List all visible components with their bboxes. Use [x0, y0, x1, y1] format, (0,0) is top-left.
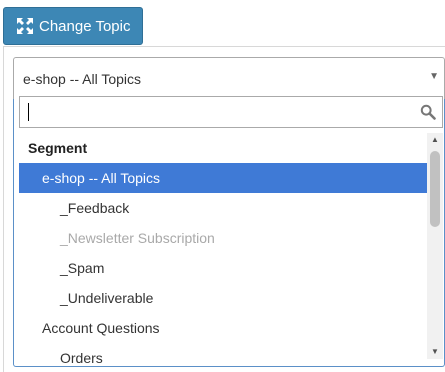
option-spam[interactable]: _Spam	[19, 253, 427, 283]
change-topic-panel: Change Topic e-shop -- All Topics ▼ Segm…	[0, 0, 445, 372]
topic-dropdown: Segment e-shop -- All Topics _Feedback _…	[13, 96, 445, 367]
option-account-questions[interactable]: Account Questions	[19, 313, 427, 343]
search-box	[19, 96, 443, 128]
scroll-up-arrow-icon[interactable]: ▲	[427, 133, 443, 147]
search-icon	[420, 104, 436, 120]
change-topic-label: Change Topic	[39, 17, 131, 35]
topic-select[interactable]: e-shop -- All Topics ▼	[13, 57, 445, 99]
option-undeliverable[interactable]: _Undeliverable	[19, 283, 427, 313]
dropdown-arrow-icon[interactable]: ▼	[429, 71, 439, 82]
search-input[interactable]	[20, 97, 410, 127]
option-newsletter-subscription: _Newsletter Subscription	[60, 230, 215, 246]
expand-arrows-icon	[17, 18, 33, 34]
options-list: Segment e-shop -- All Topics _Feedback _…	[19, 133, 427, 366]
text-caret	[28, 103, 29, 121]
option-feedback[interactable]: _Feedback	[19, 193, 427, 223]
topic-select-value: e-shop -- All Topics	[23, 70, 142, 87]
options-scrollbar[interactable]: ▲ ▼	[427, 133, 443, 359]
scroll-thumb[interactable]	[430, 151, 440, 227]
change-topic-button[interactable]: Change Topic	[3, 7, 143, 45]
option-orders[interactable]: Orders	[19, 343, 427, 366]
scroll-down-arrow-icon[interactable]: ▼	[427, 345, 443, 359]
option-group-segment: Segment	[28, 140, 88, 156]
option-eshop-all-topics[interactable]: e-shop -- All Topics	[19, 163, 427, 193]
